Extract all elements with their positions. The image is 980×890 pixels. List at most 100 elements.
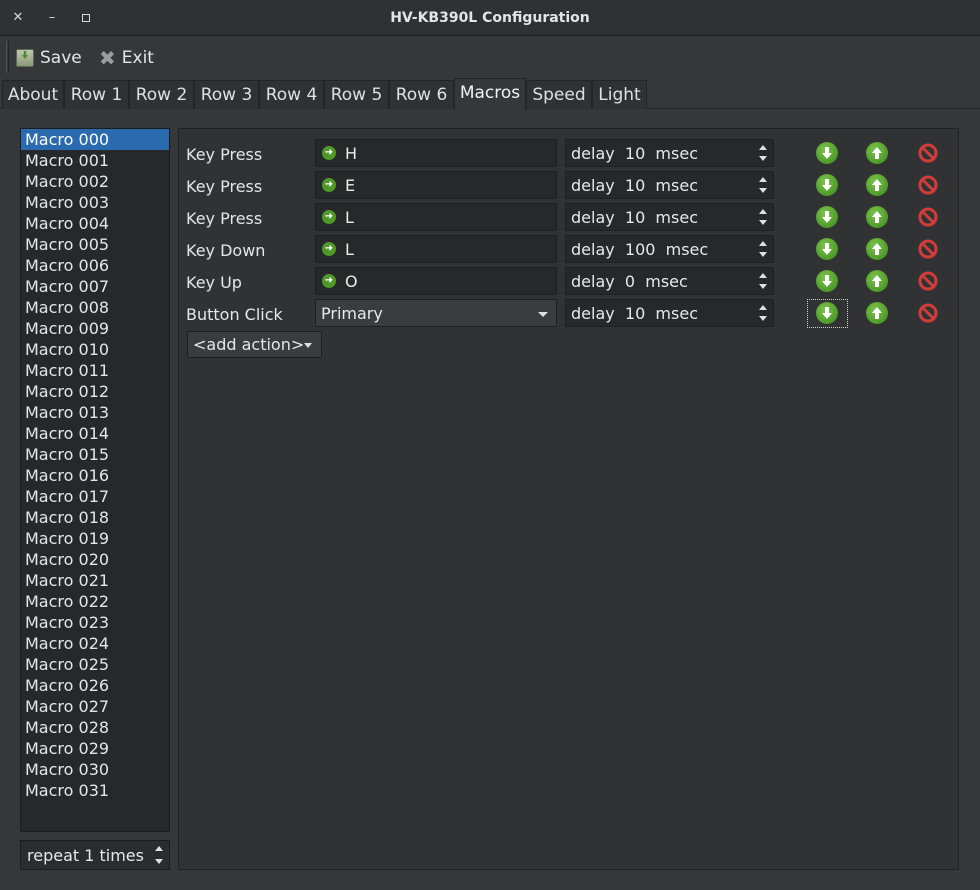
delay-spin-buttons[interactable] (755, 140, 773, 166)
macro-list-item[interactable]: Macro 005 (21, 234, 169, 255)
macro-list-item[interactable]: Macro 028 (21, 717, 169, 738)
action-type-label: Key Press (186, 209, 263, 228)
macro-list-item[interactable]: Macro 006 (21, 255, 169, 276)
macro-list-item[interactable]: Macro 019 (21, 528, 169, 549)
delay-spinbox[interactable]: delay 10 msec (565, 299, 774, 327)
key-input[interactable]: ➜ L (315, 235, 557, 263)
key-input[interactable]: ➜ L (315, 203, 557, 231)
macro-list-item[interactable]: Macro 016 (21, 465, 169, 486)
tab-row-5[interactable]: Row 5 (324, 80, 389, 109)
action-type-label: Key Press (186, 177, 263, 196)
remove-icon[interactable] (917, 302, 939, 324)
arrow-right-icon: ➜ (322, 242, 336, 256)
move-up-icon[interactable] (866, 238, 888, 260)
remove-icon[interactable] (917, 206, 939, 228)
tab-about[interactable]: About (2, 80, 64, 109)
delay-spin-buttons[interactable] (755, 236, 773, 262)
move-down-icon[interactable] (816, 238, 838, 260)
macro-list-item[interactable]: Macro 008 (21, 297, 169, 318)
tab-macros[interactable]: Macros (454, 78, 526, 110)
macro-list-item[interactable]: Macro 022 (21, 591, 169, 612)
tab-light[interactable]: Light (592, 80, 647, 109)
move-down-icon[interactable] (816, 270, 838, 292)
chevron-down-icon (538, 312, 548, 317)
tab-row-3[interactable]: Row 3 (194, 80, 259, 109)
mouse-button-select[interactable]: Primary (315, 299, 557, 327)
macro-list-item[interactable]: Macro 021 (21, 570, 169, 591)
move-down-icon[interactable] (816, 142, 838, 164)
macro-list-item[interactable]: Macro 031 (21, 780, 169, 801)
arrow-right-icon: ➜ (322, 274, 336, 288)
remove-icon[interactable] (917, 238, 939, 260)
toolbar: Save ✖ Exit (0, 37, 980, 77)
action-type-label: Button Click (186, 305, 283, 324)
macro-list-item[interactable]: Macro 027 (21, 696, 169, 717)
macro-list-item[interactable]: Macro 013 (21, 402, 169, 423)
exit-icon: ✖ (99, 46, 116, 70)
tab-speed[interactable]: Speed (526, 80, 592, 109)
macro-list-item[interactable]: Macro 015 (21, 444, 169, 465)
delay-spinbox[interactable]: delay 10 msec (565, 171, 774, 199)
move-up-icon[interactable] (866, 270, 888, 292)
macro-list-item[interactable]: Macro 017 (21, 486, 169, 507)
tab-row-4[interactable]: Row 4 (259, 80, 324, 109)
move-up-icon[interactable] (866, 174, 888, 196)
delay-spinbox[interactable]: delay 10 msec (565, 203, 774, 231)
remove-icon[interactable] (917, 270, 939, 292)
chevron-down-icon (304, 343, 312, 348)
key-input[interactable]: ➜ O (315, 267, 557, 295)
tab-row-2[interactable]: Row 2 (129, 80, 194, 109)
macro-list-item[interactable]: Macro 010 (21, 339, 169, 360)
macro-list-item[interactable]: Macro 000 (21, 129, 169, 150)
action-type-label: Key Down (186, 241, 266, 260)
macro-list-item[interactable]: Macro 009 (21, 318, 169, 339)
remove-icon[interactable] (917, 142, 939, 164)
tab-row-6[interactable]: Row 6 (389, 80, 454, 109)
macro-list-item[interactable]: Macro 004 (21, 213, 169, 234)
macro-list-item[interactable]: Macro 023 (21, 612, 169, 633)
delay-spinbox[interactable]: delay 10 msec (565, 139, 774, 167)
macro-list-item[interactable]: Macro 029 (21, 738, 169, 759)
macro-list-item[interactable]: Macro 007 (21, 276, 169, 297)
macro-list-item[interactable]: Macro 012 (21, 381, 169, 402)
macro-list-item[interactable]: Macro 024 (21, 633, 169, 654)
toolbar-grip[interactable] (6, 41, 9, 73)
exit-button[interactable]: ✖ Exit (99, 45, 154, 71)
macro-list-item[interactable]: Macro 030 (21, 759, 169, 780)
delay-spin-buttons[interactable] (755, 204, 773, 230)
macro-list-item[interactable]: Macro 018 (21, 507, 169, 528)
macro-list-item[interactable]: Macro 025 (21, 654, 169, 675)
tab-row-1[interactable]: Row 1 (64, 80, 129, 109)
move-down-icon[interactable] (816, 206, 838, 228)
add-action-button[interactable]: <add action> (187, 331, 322, 358)
move-up-icon[interactable] (866, 206, 888, 228)
macro-list-item[interactable]: Macro 026 (21, 675, 169, 696)
move-up-icon[interactable] (866, 302, 888, 324)
repeat-value: repeat 1 times (27, 846, 144, 865)
remove-icon[interactable] (917, 174, 939, 196)
delay-spin-buttons[interactable] (755, 268, 773, 294)
key-input[interactable]: ➜ H (315, 139, 557, 167)
delay-spin-buttons[interactable] (755, 300, 773, 326)
tab-bar: About Row 1 Row 2 Row 3 Row 4 Row 5 Row … (0, 78, 980, 110)
macro-list-item[interactable]: Macro 001 (21, 150, 169, 171)
save-icon (16, 49, 34, 67)
save-label: Save (40, 48, 82, 68)
delay-spinbox[interactable]: delay 100 msec (565, 235, 774, 263)
repeat-spin-buttons[interactable] (151, 841, 169, 869)
move-down-icon[interactable] (816, 174, 838, 196)
save-button[interactable]: Save (16, 45, 82, 71)
arrow-right-icon: ➜ (322, 146, 336, 160)
key-input[interactable]: ➜ E (315, 171, 557, 199)
repeat-spinbox[interactable]: repeat 1 times (20, 840, 170, 870)
macro-list-item[interactable]: Macro 003 (21, 192, 169, 213)
macro-list-item[interactable]: Macro 011 (21, 360, 169, 381)
window-title: HV-KB390L Configuration (390, 10, 590, 26)
macro-list-item[interactable]: Macro 020 (21, 549, 169, 570)
macro-list-item[interactable]: Macro 014 (21, 423, 169, 444)
macro-list-item[interactable]: Macro 002 (21, 171, 169, 192)
macro-list[interactable]: Macro 000 Macro 001 Macro 002 Macro 003 … (20, 128, 170, 832)
delay-spin-buttons[interactable] (755, 172, 773, 198)
move-up-icon[interactable] (866, 142, 888, 164)
delay-spinbox[interactable]: delay 0 msec (565, 267, 774, 295)
